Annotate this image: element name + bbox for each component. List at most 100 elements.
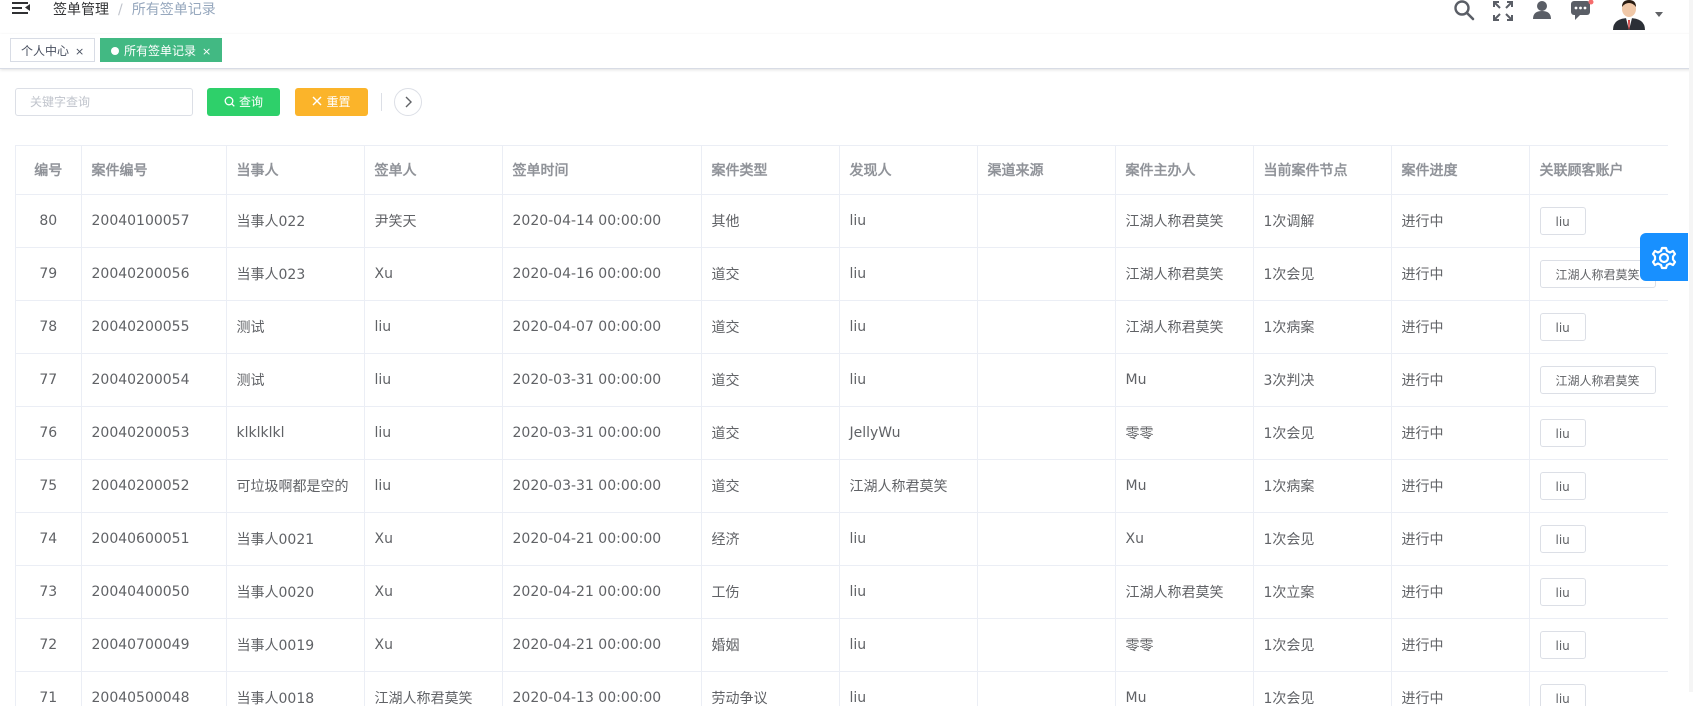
settings-button[interactable] [1640, 233, 1688, 281]
column-header: 案件主办人 [1115, 146, 1253, 195]
table-cell: 1次会见 [1253, 672, 1391, 706]
search-icon[interactable] [1453, 0, 1475, 22]
toolbar-divider [381, 93, 382, 111]
table-cell: 进行中 [1391, 460, 1529, 513]
table-cell [977, 672, 1115, 706]
table-cell: 20040500048 [81, 672, 226, 706]
table-cell: 2020-03-31 00:00:00 [502, 354, 701, 407]
avatar[interactable] [1609, 0, 1649, 30]
expand-search-button[interactable] [394, 88, 422, 116]
table-row[interactable]: 7520040200052可垃圾啊都是空的liu2020-03-31 00:00… [16, 460, 1668, 513]
table-cell: JellyWu [839, 407, 977, 460]
customer-account-button[interactable]: 江湖人称君莫笑 [1540, 366, 1656, 394]
column-header: 发现人 [839, 146, 977, 195]
table-row[interactable]: 7920040200056当事人023Xu2020-04-16 00:00:00… [16, 248, 1668, 301]
table-cell: 其他 [701, 195, 839, 248]
column-header: 渠道来源 [977, 146, 1115, 195]
close-icon [312, 88, 322, 116]
table-cell: 20040200056 [81, 248, 226, 301]
customer-account-button[interactable]: liu [1540, 525, 1586, 553]
table-cell: liu [1529, 619, 1668, 672]
reset-button[interactable]: 重置 [295, 88, 368, 116]
tag-personal-center[interactable]: 个人中心 × [10, 38, 95, 62]
column-header: 案件编号 [81, 146, 226, 195]
user-icon[interactable] [1531, 0, 1553, 22]
gear-icon [1640, 233, 1688, 281]
table-row[interactable]: 7720040200054测试liu2020-03-31 00:00:00道交l… [16, 354, 1668, 407]
customer-account-button[interactable]: 江湖人称君莫笑 [1540, 260, 1656, 288]
table-cell: 进行中 [1391, 354, 1529, 407]
customer-account-button[interactable]: liu [1540, 578, 1586, 606]
table-cell: 江湖人称君莫笑 [1115, 248, 1253, 301]
close-icon[interactable]: × [75, 45, 84, 58]
table-cell: 经济 [701, 513, 839, 566]
table-cell: 当事人0020 [226, 566, 364, 619]
hamburger-menu-icon[interactable] [10, 0, 30, 18]
table-row[interactable]: 7620040200053klklklklliu2020-03-31 00:00… [16, 407, 1668, 460]
table-cell: Xu [1115, 513, 1253, 566]
caret-down-icon[interactable] [1655, 12, 1663, 17]
table-cell: liu [364, 407, 502, 460]
table-cell: 76 [16, 407, 81, 460]
breadcrumb-current: 所有签单记录 [132, 2, 216, 18]
records-table: 编号案件编号当事人签单人签单时间案件类型发现人渠道来源案件主办人当前案件节点案件… [15, 145, 1668, 706]
table-cell: liu [839, 513, 977, 566]
table-row[interactable]: 7420040600051当事人0021Xu2020-04-21 00:00:0… [16, 513, 1668, 566]
fullscreen-icon[interactable] [1492, 0, 1514, 22]
table-cell: 1次立案 [1253, 566, 1391, 619]
customer-account-button[interactable]: liu [1540, 313, 1586, 341]
query-button[interactable]: 查询 [207, 88, 280, 116]
table-cell: liu [839, 248, 977, 301]
table-row[interactable]: 7320040400050当事人0020Xu2020-04-21 00:00:0… [16, 566, 1668, 619]
table-cell [977, 460, 1115, 513]
chevron-right-icon [395, 89, 421, 115]
table-cell: liu [839, 672, 977, 706]
customer-account-button[interactable]: liu [1540, 472, 1586, 500]
message-icon[interactable] [1570, 0, 1592, 22]
table-cell: 当事人0021 [226, 513, 364, 566]
customer-account-button[interactable]: liu [1540, 419, 1586, 447]
table-row[interactable]: 8020040100057当事人022尹笑天2020-04-14 00:00:0… [16, 195, 1668, 248]
customer-account-button[interactable]: liu [1540, 631, 1586, 659]
table-cell: klklklkl [226, 407, 364, 460]
table-cell: 79 [16, 248, 81, 301]
breadcrumb: 签单管理/所有签单记录 [53, 0, 216, 19]
table-cell: 当事人0019 [226, 619, 364, 672]
table-cell: 进行中 [1391, 195, 1529, 248]
table-cell [977, 248, 1115, 301]
table-cell: 20040200054 [81, 354, 226, 407]
table-cell: Xu [364, 248, 502, 301]
table-cell: 江湖人称君莫笑 [1115, 301, 1253, 354]
table-cell: liu [839, 301, 977, 354]
scrollbar[interactable] [1689, 0, 1693, 692]
table-cell: 进行中 [1391, 513, 1529, 566]
table-cell: 进行中 [1391, 566, 1529, 619]
close-icon[interactable]: × [202, 45, 211, 58]
tag-all-sign-records[interactable]: 所有签单记录× [100, 38, 222, 62]
table-cell: liu [1529, 513, 1668, 566]
table-row[interactable]: 7820040200055测试liu2020-04-07 00:00:00道交l… [16, 301, 1668, 354]
table-cell: 1次病案 [1253, 301, 1391, 354]
search-input[interactable] [15, 88, 193, 116]
table-cell: 2020-03-31 00:00:00 [502, 460, 701, 513]
table-cell: Xu [364, 619, 502, 672]
table-header-row: 编号案件编号当事人签单人签单时间案件类型发现人渠道来源案件主办人当前案件节点案件… [16, 146, 1668, 195]
table-cell: 工伤 [701, 566, 839, 619]
table-cell: 80 [16, 195, 81, 248]
table-cell: liu [364, 301, 502, 354]
table-cell: Xu [364, 566, 502, 619]
table-cell: 江湖人称君莫笑 [839, 460, 977, 513]
column-header: 当前案件节点 [1253, 146, 1391, 195]
table-cell: 74 [16, 513, 81, 566]
table-cell: 可垃圾啊都是空的 [226, 460, 364, 513]
table-cell: 道交 [701, 301, 839, 354]
table-cell: 1次会见 [1253, 248, 1391, 301]
customer-account-button[interactable]: liu [1540, 684, 1586, 706]
table-cell: 道交 [701, 407, 839, 460]
table-cell: 尹笑天 [364, 195, 502, 248]
table-row[interactable]: 7120040500048当事人0018江湖人称君莫笑2020-04-13 00… [16, 672, 1668, 706]
table-row[interactable]: 7220040700049当事人0019Xu2020-04-21 00:00:0… [16, 619, 1668, 672]
customer-account-button[interactable]: liu [1540, 207, 1586, 235]
tag-label: 个人中心 [21, 44, 69, 58]
column-header: 当事人 [226, 146, 364, 195]
